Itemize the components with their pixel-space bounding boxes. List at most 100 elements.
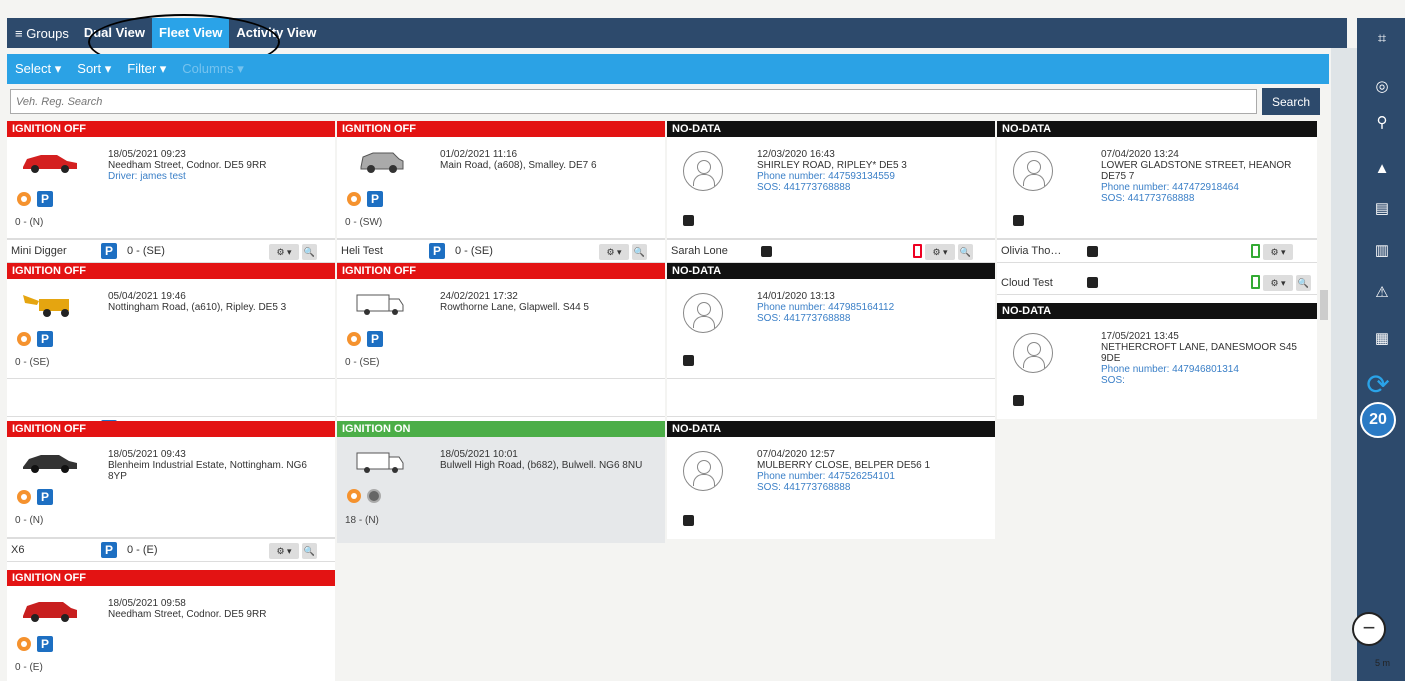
speed-direction: 0 - (SE) <box>127 245 165 257</box>
phone-number: Phone number: 447985164112 <box>757 302 895 313</box>
gear-icon[interactable]: ⚙ ▾ <box>925 244 955 260</box>
card-details: 01/02/2021 11:16 Main Road, (a608), Small… <box>440 149 650 171</box>
zoom-icon[interactable]: 🔍 <box>302 244 317 260</box>
gear-icon[interactable]: ⚙ ▾ <box>1263 275 1293 291</box>
card-details: 05/04/2021 19:46 Nottingham Road, (a610),… <box>108 291 318 313</box>
status-bar: NO-DATA <box>997 303 1317 319</box>
address: SHIRLEY ROAD, RIPLEY* DE5 3 <box>757 160 907 171</box>
person-row[interactable]: Cloud Test ⚙ ▾ 🔍 <box>997 271 1317 295</box>
suv-grey-icon <box>360 152 404 173</box>
zoom-out-button[interactable]: − <box>1352 612 1386 646</box>
driver-link[interactable]: Driver: james test <box>108 171 318 182</box>
status-icons: P <box>17 489 53 505</box>
speed-direction: 0 - (N) <box>15 515 44 526</box>
card-details: 07/04/2020 12:57 MULBERRY CLOSE, BELPER D… <box>757 449 967 493</box>
ignition-icon <box>347 489 361 503</box>
ignition-icon <box>347 332 361 346</box>
parked-icon: P <box>37 636 53 652</box>
wifi-icon <box>683 515 694 526</box>
vehicle-card[interactable]: IGNITION OFF 01/02/2021 11:16 Main Road, … <box>337 121 665 239</box>
count-badge[interactable]: 20 <box>1360 402 1396 438</box>
person-card[interactable]: NO-DATA 07/04/2020 13:24 LOWER GLADSTONE … <box>997 121 1317 239</box>
vehicle-row[interactable]: Mini Digger P 0 - (SE) ⚙ ▾ 🔍 <box>7 239 335 263</box>
person-card[interactable]: NO-DATA 14/01/2020 13:13 Phone number: 44… <box>667 263 995 379</box>
ignition-icon <box>347 192 361 206</box>
groups-menu[interactable]: ≡ Groups <box>7 26 77 41</box>
timestamp: 18/05/2021 09:23 <box>108 149 186 160</box>
person-row[interactable]: Sarah Lone ⚙ ▾ 🔍 <box>667 239 995 263</box>
vehicle-card[interactable]: IGNITION OFF 18/05/2021 09:43 Blenheim In… <box>7 421 335 538</box>
fleet-column-3: NO-DATA 12/03/2020 16:43 SHIRLEY ROAD, RI… <box>667 121 995 539</box>
sos-number: SOS: 441773768888 <box>757 182 851 193</box>
vehicle-search-input[interactable] <box>10 89 1257 114</box>
status-bar: IGNITION OFF <box>7 121 335 137</box>
tab-activity-view[interactable]: Activity View <box>229 18 323 48</box>
address: Blenheim Industrial Estate, Nottingham. … <box>108 460 307 482</box>
bell-icon[interactable]: ▲ <box>1371 158 1393 180</box>
fleet-column-1: IGNITION OFF 18/05/2021 09:23 Needham Str… <box>7 121 335 681</box>
card-details: 18/05/2021 09:43 Blenheim Industrial Esta… <box>108 449 318 482</box>
gear-icon[interactable]: ⚙ ▾ <box>269 543 299 559</box>
tab-fleet-view[interactable]: Fleet View <box>152 18 230 48</box>
clipboard-icon[interactable]: ▥ <box>1371 240 1393 262</box>
vehicle-row[interactable]: Heli Test P 0 - (SE) ⚙ ▾ 🔍 <box>337 239 665 263</box>
top-nav: ≡ Groups Dual View Fleet View Activity V… <box>7 18 1347 48</box>
person-name: Cloud Test <box>1001 276 1053 289</box>
vehicle-card[interactable]: IGNITION ON 18/05/2021 10:01 Bulwell High… <box>337 421 665 543</box>
timestamp: 07/04/2020 12:57 <box>757 449 835 460</box>
zoom-icon[interactable]: 🔍 <box>632 244 647 260</box>
card-details: 17/05/2021 13:45 NETHERCROFT LANE, DANESM… <box>1101 331 1311 386</box>
person-card[interactable]: NO-DATA 07/04/2020 12:57 MULBERRY CLOSE, … <box>667 421 995 539</box>
document-icon[interactable]: ▤ <box>1371 198 1393 220</box>
vehicle-name: Heli Test <box>341 245 383 257</box>
select-menu[interactable]: Select ▾ <box>7 61 69 77</box>
address: Main Road, (a608), Smalley. DE7 6 <box>440 160 597 171</box>
battery-icon <box>1251 275 1260 289</box>
zoom-icon[interactable]: 🔍 <box>958 244 973 260</box>
card-details: 12/03/2020 16:43 SHIRLEY ROAD, RIPLEY* DE… <box>757 149 967 193</box>
vehicle-card[interactable]: IGNITION OFF 18/05/2021 09:58 Needham Str… <box>7 570 335 681</box>
car-black-icon <box>23 455 77 473</box>
gear-icon[interactable]: ⚙ ▾ <box>599 244 629 260</box>
address: Rowthorne Lane, Glapwell. S44 5 <box>440 302 589 313</box>
card-details: 18/05/2021 10:01 Bulwell High Road, (b682… <box>440 449 650 471</box>
scrollbar[interactable] <box>1320 290 1328 320</box>
logo-icon: ⌗ <box>1377 30 1387 47</box>
vehicle-card[interactable]: IGNITION OFF 05/04/2021 19:46 Nottingham … <box>7 263 335 379</box>
calendar-icon[interactable]: ▦ <box>1371 328 1393 350</box>
columns-menu[interactable]: Columns ▾ <box>174 61 251 77</box>
suv-red-icon <box>23 602 77 622</box>
gps-dot-icon <box>367 489 381 503</box>
vehicle-row[interactable]: X6 P 0 - (E) ⚙ ▾ 🔍 <box>7 538 335 562</box>
van-icon <box>356 294 404 315</box>
person-row[interactable]: Olivia Tho… ⚙ ▾ <box>997 239 1317 263</box>
location-icon[interactable]: ⚲ <box>1371 112 1393 134</box>
sync-icon[interactable]: ⟳ <box>1360 370 1396 400</box>
sort-menu[interactable]: Sort ▾ <box>69 61 119 77</box>
sos-number: SOS: <box>1101 375 1125 386</box>
search-button[interactable]: Search <box>1262 88 1320 115</box>
fleet-column-2: IGNITION OFF 01/02/2021 11:16 Main Road, … <box>337 121 665 543</box>
filter-menu[interactable]: Filter ▾ <box>119 61 174 77</box>
parked-icon: P <box>429 243 445 259</box>
zoom-icon[interactable]: 🔍 <box>302 543 317 559</box>
timestamp: 18/05/2021 09:43 <box>108 449 186 460</box>
vehicle-card[interactable]: IGNITION OFF 18/05/2021 09:23 Needham Str… <box>7 121 335 239</box>
avatar <box>1013 333 1053 373</box>
gear-icon[interactable]: ⚙ ▾ <box>1263 244 1293 260</box>
search-row: Search <box>7 88 1329 118</box>
wifi-icon <box>683 215 694 226</box>
person-card[interactable]: NO-DATA 12/03/2020 16:43 SHIRLEY ROAD, RI… <box>667 121 995 239</box>
phone-number: Phone number: 447946801314 <box>1101 364 1239 375</box>
tab-dual-view[interactable]: Dual View <box>77 18 152 48</box>
timestamp: 12/03/2020 16:43 <box>757 149 835 160</box>
avatar <box>683 293 723 333</box>
person-card[interactable]: NO-DATA 17/05/2021 13:45 NETHERCROFT LANE… <box>997 303 1317 419</box>
gear-icon[interactable]: ⚙ ▾ <box>269 244 299 260</box>
toolbar: Select ▾ Sort ▾ Filter ▾ Columns ▾ <box>7 54 1329 84</box>
vehicle-card[interactable]: IGNITION OFF 24/02/2021 17:32 Rowthorne L… <box>337 263 665 379</box>
warning-icon[interactable]: ⚠ <box>1371 282 1393 304</box>
wifi-icon <box>761 245 772 257</box>
zoom-icon[interactable]: 🔍 <box>1296 275 1311 291</box>
target-icon[interactable]: ◎ <box>1371 76 1393 98</box>
